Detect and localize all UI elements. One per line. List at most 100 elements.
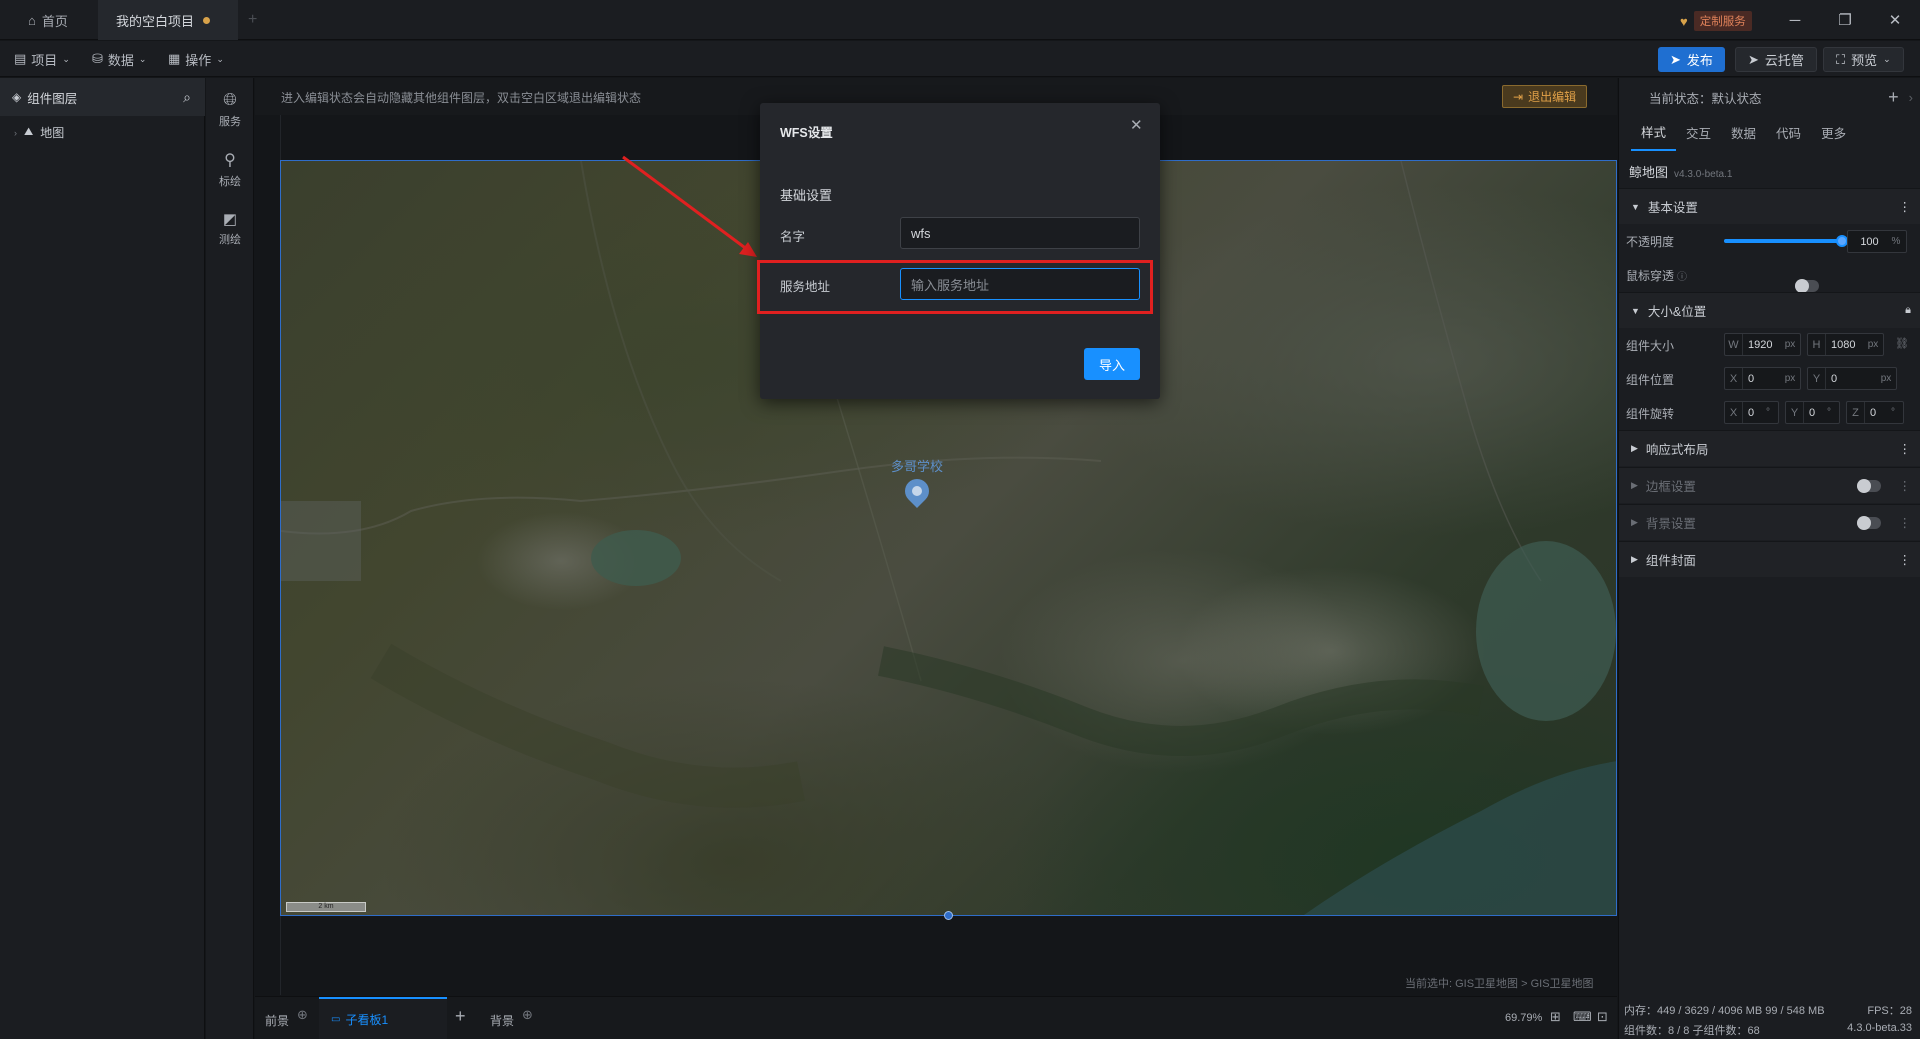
link-icon[interactable]: ⛓ [1895,337,1909,350]
cloud-button[interactable]: ➤ 云托管 [1735,47,1817,72]
section-background[interactable]: ▶ 背景设置 ⋮ [1619,504,1920,540]
close-icon[interactable]: ✕ [1130,116,1143,134]
add-tab-icon[interactable]: + [248,11,257,29]
layers-header: ◈ 组件图层 ⌕ [0,78,205,116]
more-vertical-icon[interactable]: ⋮ [1899,199,1912,214]
width-prefix: W [1725,334,1743,355]
measure-icon: ◩ [222,211,238,228]
restore-icon[interactable]: ❐ [1820,0,1870,40]
component-title: 鲸地图 v4.3.0-beta.1 [1629,162,1732,181]
component-count: 组件数：8 / 8 子组件数：68 [1624,1025,1760,1037]
width-input[interactable]: W 1920 px [1724,333,1801,356]
help-icon[interactable]: ⓘ [1677,268,1687,283]
import-button[interactable]: 导入 [1084,348,1140,380]
rotation-label: 组件旋转 [1626,406,1675,421]
map-marker-label: 多哥学校 [891,459,944,474]
cloud-label: 云托管 [1764,53,1804,68]
lock-icon[interactable]: 🔒︎ [1905,304,1911,317]
fps-status: FPS：28 [1867,1005,1912,1017]
layers-icon: ◈ [12,90,22,104]
add-foreground-icon[interactable]: ⊕ [297,1007,308,1023]
fit-screen-icon[interactable]: ⊞ [1550,1009,1561,1025]
send-icon: ➤ [1670,51,1681,67]
width-value: 1920 [1748,338,1773,351]
custom-service[interactable]: ♥ 定制服务 [1680,11,1752,31]
exit-edit-button[interactable]: ⇥ 退出编辑 [1502,85,1588,108]
chevron-right-icon[interactable]: › [1909,90,1913,105]
terminal-icon[interactable]: ⊡ [1597,1009,1608,1025]
section-responsive[interactable]: ▶ 响应式布局 ⋮ [1619,430,1920,466]
section-responsive-label: 响应式布局 [1645,443,1709,457]
pos-x-input[interactable]: X 0 px [1724,367,1801,390]
globe-icon: 🌐︎ [223,90,237,109]
rot-x-value: 0 [1748,406,1755,419]
border-toggle[interactable] [1856,478,1881,493]
grid-icon: ▦ [168,51,181,66]
more-vertical-icon[interactable]: ⋮ [1899,515,1912,530]
url-field[interactable]: 输入服务地址 [900,268,1140,300]
add-background-icon[interactable]: ⊕ [522,1007,533,1023]
tab-data[interactable]: 数据 [1721,115,1766,150]
tab-code[interactable]: 代码 [1766,115,1811,150]
opacity-slider[interactable] [1724,235,1848,247]
name-field[interactable]: wfs [900,217,1140,249]
caret-right-icon: ▶ [1631,443,1638,453]
section-background-label: 背景设置 [1645,517,1696,531]
opacity-input[interactable]: 100 % [1847,230,1907,253]
rot-y-unit: ° [1827,407,1831,418]
tab-interaction[interactable]: 交互 [1676,115,1721,150]
rot-y-input[interactable]: Y 0 ° [1785,401,1840,424]
publish-button[interactable]: ➤ 发布 [1658,47,1725,72]
keyboard-icon[interactable]: ⌨ [1573,1009,1592,1025]
rot-z-input[interactable]: Z 0 ° [1846,401,1904,424]
add-state-icon[interactable]: + [1888,87,1899,108]
search-icon[interactable]: ⌕ [183,89,191,106]
section-cover[interactable]: ▶ 组件封面 ⋮ [1619,541,1920,577]
more-vertical-icon[interactable]: ⋮ [1899,552,1912,567]
pos-y-input[interactable]: Y 0 px [1807,367,1897,390]
tab-style[interactable]: 样式 [1631,114,1677,151]
rail-measure[interactable]: ◩ 测绘 [206,210,254,247]
height-unit: px [1867,339,1879,350]
pos-y-prefix: Y [1808,368,1826,389]
close-window-icon[interactable]: ✕ [1870,0,1920,40]
rot-x-input[interactable]: X 0 ° [1724,401,1779,424]
more-vertical-icon[interactable]: ⋮ [1899,478,1912,493]
foreground-label[interactable]: 前景 [265,1012,289,1029]
component-version: v4.3.0-beta.1 [1674,169,1733,180]
send-icon: ➤ [1748,51,1759,67]
caret-down-icon: ▼ [1631,305,1640,316]
tab-project[interactable]: 我的空白项目 [98,0,238,40]
tab-home[interactable]: ⌂ 首页 [10,0,86,40]
rot-y-prefix: Y [1786,402,1804,423]
width-unit: px [1784,339,1796,350]
preview-button[interactable]: ⛶ 预览 ⌄ [1823,47,1904,72]
menu-data[interactable]: ⛁ 数据 ⌄ [92,41,146,77]
mouse-through-toggle[interactable] [1795,279,1820,293]
edit-hint-text: 进入编辑状态会自动隐藏其他组件图层，双击空白区域退出编辑状态 [281,91,642,105]
rail-plot[interactable]: ⚲ 标绘 [206,150,254,189]
more-vertical-icon[interactable]: ⋮ [1899,441,1912,456]
height-input[interactable]: H 1080 px [1807,333,1884,356]
section-basic-label: 基本设置 [1647,201,1698,215]
section-size[interactable]: ▼ 大小&位置 🔒︎ [1619,292,1920,328]
section-cover-label: 组件封面 [1645,554,1696,568]
rail-service[interactable]: 🌐︎ 服务 [206,90,254,129]
panel-tab[interactable]: ▭ 子看板1 [319,997,447,1039]
map-marker[interactable]: 多哥学校 [891,456,944,508]
menu-operation[interactable]: ▦ 操作 ⌄ [168,41,224,77]
chevron-right-icon: › [14,127,17,138]
component-name: 鲸地图 [1629,165,1669,180]
add-panel-icon[interactable]: + [455,1006,466,1027]
resize-handle[interactable] [944,911,953,920]
tab-project-label: 我的空白项目 [116,13,195,29]
background-toggle[interactable] [1856,515,1881,530]
menu-project[interactable]: ▤ 项目 ⌄ [14,41,70,77]
section-basic[interactable]: ▼ 基本设置 ⋮ [1619,188,1920,224]
name-value: wfs [911,225,931,241]
tab-more[interactable]: 更多 [1811,115,1856,150]
section-border[interactable]: ▶ 边框设置 ⋮ [1619,467,1920,503]
layer-item-map[interactable]: › ⛰ 地图 [14,124,64,141]
background-label[interactable]: 背景 [490,1012,514,1029]
minimize-icon[interactable]: ─ [1770,0,1820,40]
